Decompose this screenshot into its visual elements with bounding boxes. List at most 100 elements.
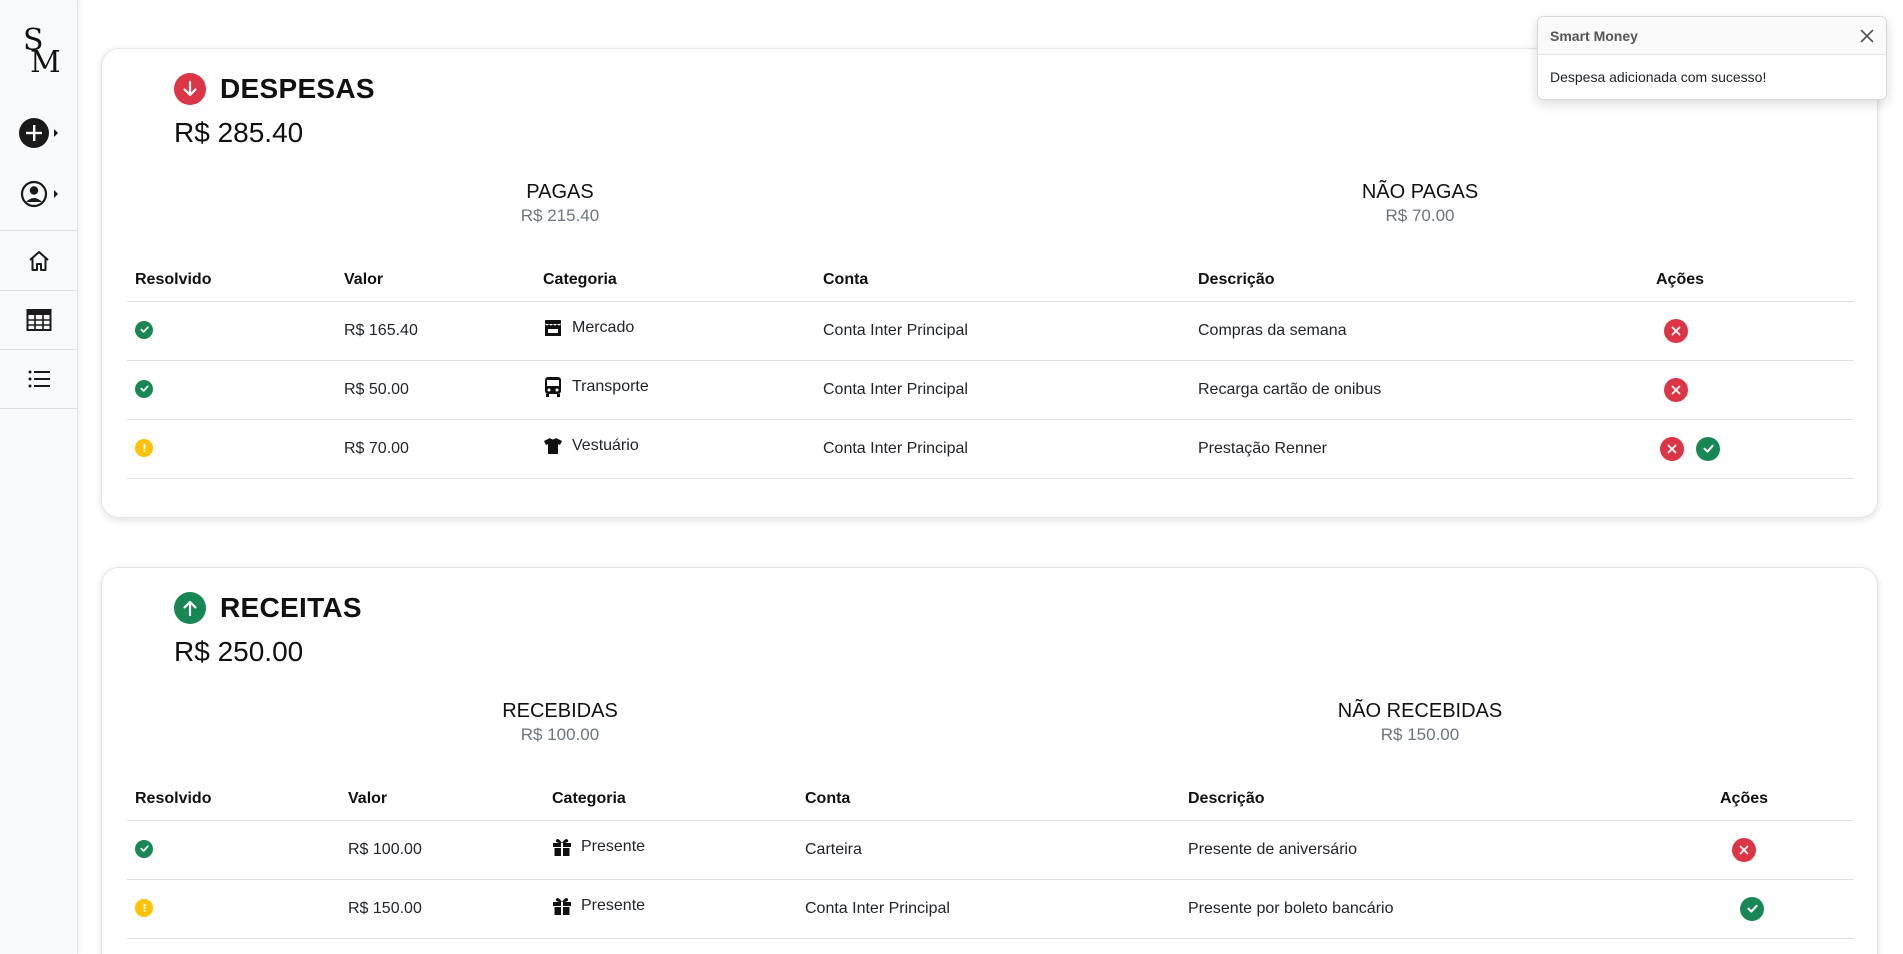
despesas-total: R$ 285.40 [174, 117, 304, 148]
descricao-cell: Presente por boleto bancário [1180, 879, 1712, 939]
paid-value: R$ 215.40 [520, 206, 600, 225]
arrow-down-icon [174, 73, 206, 105]
category-cell: Presente [552, 896, 645, 916]
unpaid-value: R$ 70.00 [1385, 206, 1455, 225]
toast-notification: Smart Money Despesa adicionada com suces… [1537, 16, 1887, 100]
receitas-title: RECEITAS [220, 592, 362, 623]
confirm-button[interactable] [1696, 436, 1720, 461]
conta-cell: Conta Inter Principal [815, 301, 1190, 361]
column-header: Categoria [535, 260, 815, 302]
sidebar-divider [0, 408, 78, 409]
gift-icon [553, 898, 571, 915]
column-header: Resolvido [127, 260, 336, 302]
column-header: Ações [1712, 779, 1854, 821]
sidebar-divider [0, 230, 78, 231]
despesas-title: DESPESAS [220, 73, 375, 104]
pending-alert-icon [135, 438, 153, 457]
close-icon [1671, 326, 1681, 335]
receitas-total: R$ 250.00 [174, 636, 304, 667]
table-row: R$ 150.00 Presente Conta Inter Principal… [127, 879, 1854, 939]
sidebar-item-table[interactable] [0, 291, 78, 348]
valor-cell: R$ 70.00 [336, 419, 535, 479]
category-label: Transporte [572, 378, 649, 395]
column-header: Conta [797, 779, 1180, 821]
pending-alert-icon [135, 898, 153, 917]
descricao-cell: Compras da semana [1190, 301, 1648, 361]
toast-title: Smart Money [1550, 27, 1638, 44]
toast-close-button[interactable] [1860, 29, 1874, 43]
category-cell: Vestuário [543, 436, 639, 456]
home-icon [29, 250, 49, 271]
category-label: Presente [581, 838, 646, 855]
valor-cell: R$ 100.00 [340, 820, 544, 880]
column-header: Valor [336, 260, 535, 302]
column-header: Conta [815, 260, 1190, 302]
despesas-card: DESPESAS R$ 285.40 PAGAS R$ 215.40 NÃO P… [101, 48, 1878, 518]
delete-button[interactable] [1664, 318, 1688, 343]
despesas-unpaid-summary: NÃO PAGAS R$ 70.00 [1270, 181, 1570, 226]
check-icon [1746, 904, 1758, 913]
column-header: Categoria [544, 779, 797, 821]
despesas-paid-summary: PAGAS R$ 215.40 [410, 181, 710, 226]
add-menu-button[interactable] [0, 116, 78, 150]
bus-icon [545, 377, 561, 397]
category-label: Presente [581, 897, 646, 914]
descricao-cell: Recarga cartão de onibus [1190, 360, 1648, 420]
close-icon [1667, 444, 1677, 453]
delete-button[interactable] [1732, 837, 1756, 862]
conta-cell: Carteira [797, 820, 1180, 880]
user-menu-button[interactable] [0, 177, 78, 211]
app-logo[interactable]: S M [18, 26, 61, 80]
sidebar-item-home[interactable] [0, 232, 78, 289]
resolved-check-icon [135, 379, 153, 398]
gift-icon [553, 839, 571, 856]
shirt-icon [544, 438, 562, 454]
conta-cell: Conta Inter Principal [797, 879, 1180, 939]
close-icon [1739, 845, 1749, 854]
list-icon [28, 370, 50, 387]
receitas-header: RECEITAS [174, 592, 362, 624]
plus-circle-icon [19, 118, 58, 148]
sidebar-item-list[interactable] [0, 350, 78, 407]
table-header-row: Resolvido Valor Categoria Conta Descriçã… [127, 260, 1854, 302]
category-label: Vestuário [572, 437, 639, 454]
valor-cell: R$ 50.00 [336, 360, 535, 420]
resolved-check-icon [135, 839, 153, 858]
column-header: Valor [340, 779, 544, 821]
table-row: R$ 70.00 Vestuário Conta Inter Principal… [127, 419, 1854, 479]
received-value: R$ 100.00 [520, 725, 600, 744]
receitas-card: RECEITAS R$ 250.00 RECEBIDAS R$ 100.00 N… [101, 567, 1878, 954]
check-icon [1702, 444, 1714, 453]
confirm-button[interactable] [1740, 896, 1764, 921]
column-header: Ações [1648, 260, 1854, 302]
toast-header: Smart Money [1538, 17, 1886, 55]
close-icon [1860, 29, 1874, 42]
close-icon [1671, 385, 1681, 394]
table-header-row: Resolvido Valor Categoria Conta Descriçã… [127, 779, 1854, 821]
table-icon [26, 308, 52, 331]
unreceived-value: R$ 150.00 [1380, 725, 1460, 744]
descricao-cell: Prestação Renner [1190, 419, 1648, 479]
receitas-unreceived-summary: NÃO RECEBIDAS R$ 150.00 [1270, 700, 1570, 745]
column-header: Descrição [1190, 260, 1648, 302]
despesas-header: DESPESAS [174, 73, 375, 105]
category-cell: Transporte [543, 376, 649, 398]
user-circle-icon [20, 180, 58, 208]
descricao-cell: Presente de aniversário [1180, 820, 1712, 880]
delete-button[interactable] [1664, 377, 1688, 402]
toast-message: Despesa adicionada com sucesso! [1550, 69, 1767, 85]
delete-button[interactable] [1660, 436, 1684, 461]
received-label: RECEBIDAS [502, 700, 618, 722]
column-header: Descrição [1180, 779, 1712, 821]
store-icon [545, 320, 561, 336]
valor-cell: R$ 150.00 [340, 879, 544, 939]
valor-cell: R$ 165.40 [336, 301, 535, 361]
conta-cell: Conta Inter Principal [815, 360, 1190, 420]
logo-letter-m: M [30, 45, 61, 80]
paid-label: PAGAS [526, 181, 594, 203]
receitas-table: Resolvido Valor Categoria Conta Descriçã… [127, 779, 1854, 939]
category-label: Mercado [572, 319, 635, 336]
table-row: R$ 165.40 Mercado Conta Inter Principal … [127, 301, 1854, 361]
column-header: Resolvido [127, 779, 340, 821]
category-cell: Mercado [543, 318, 634, 338]
